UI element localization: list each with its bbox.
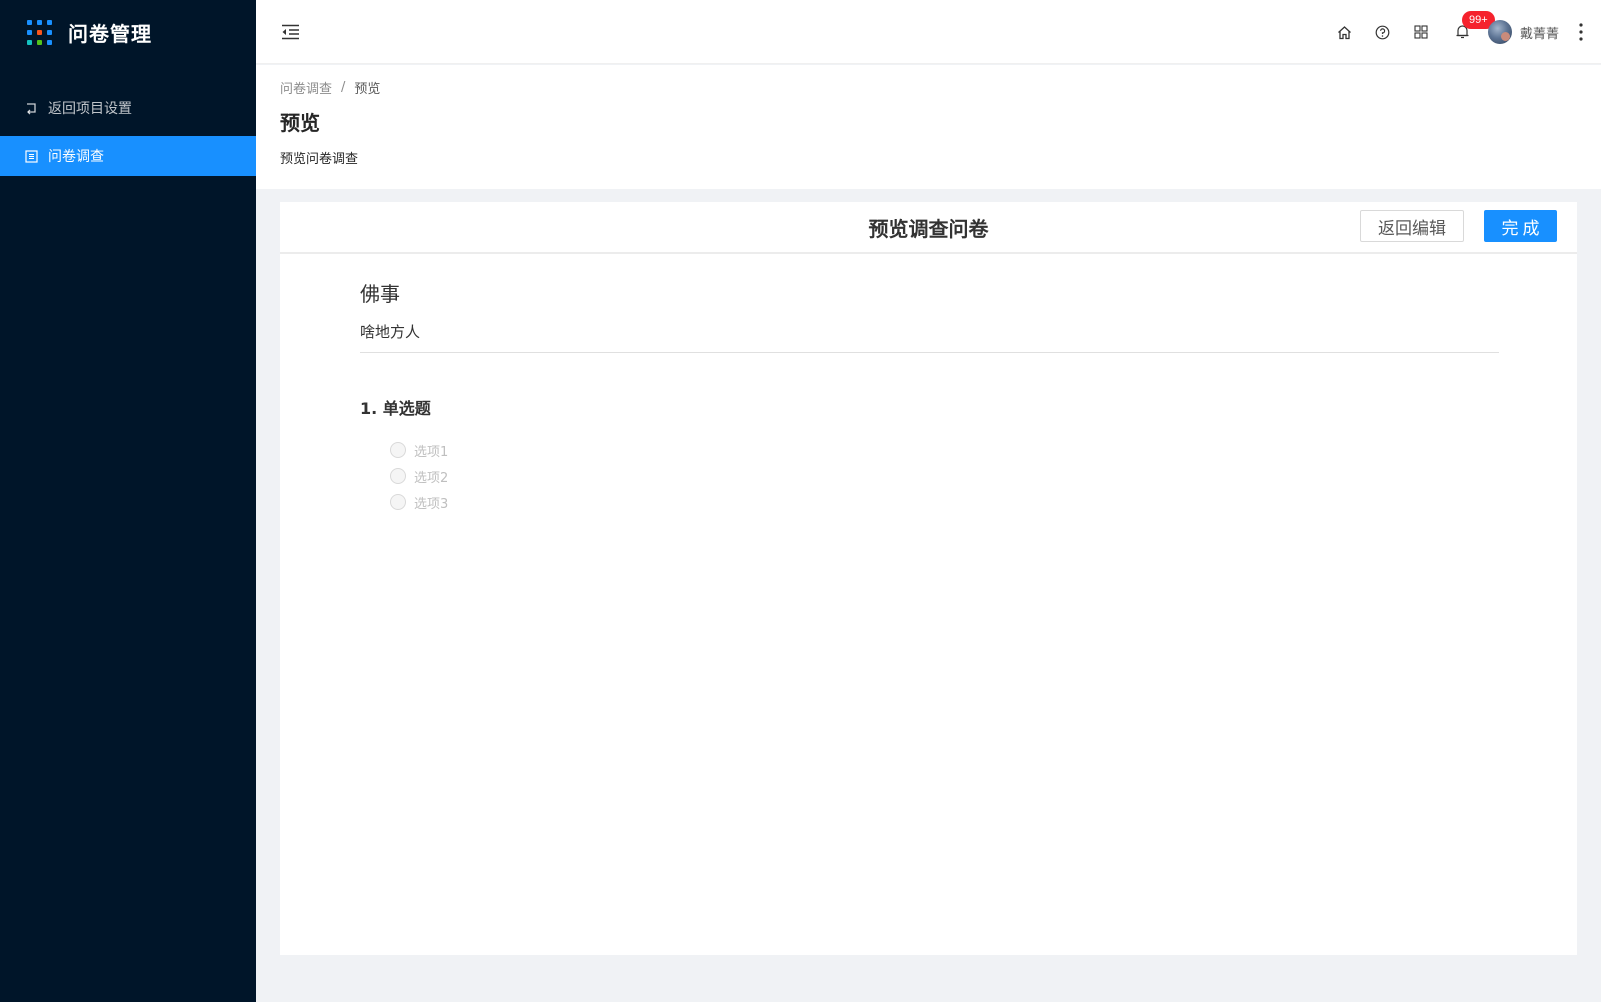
help-icon[interactable] <box>1364 0 1402 64</box>
sidebar-item-return-project-settings[interactable]: 返回项目设置 <box>0 88 256 128</box>
survey-description: 啥地方人 <box>360 321 1499 353</box>
page-header: 问卷调查 / 预览 预览 预览问卷调查 <box>256 65 1601 189</box>
radio-option[interactable]: 选项1 <box>390 437 1499 463</box>
radio-option[interactable]: 选项3 <box>390 489 1499 515</box>
list-icon <box>24 149 38 163</box>
avatar <box>1487 20 1512 44</box>
header-actions: 99+ 戴菁菁 <box>1326 0 1601 64</box>
sidebar: 问卷管理 返回项目设置 问卷调查 <box>0 0 256 1002</box>
apps-grid-icon <box>27 19 52 45</box>
user-menu[interactable]: 戴菁菁 <box>1487 20 1559 44</box>
question-title: 1. 单选题 <box>360 399 431 418</box>
username: 戴菁菁 <box>1519 26 1559 42</box>
radio-label: 选项1 <box>414 444 449 460</box>
apps-icon[interactable] <box>1402 0 1440 64</box>
page-description: 预览问卷调查 <box>280 152 359 167</box>
menu-fold-icon[interactable] <box>280 22 300 42</box>
radio-option[interactable]: 选项2 <box>390 463 1499 489</box>
radio-button[interactable] <box>390 468 406 484</box>
radio-label: 选项3 <box>414 496 449 512</box>
logo[interactable]: 问卷管理 <box>0 0 256 64</box>
card-header: 预览调查问卷 返回编辑 完成 <box>280 202 1577 254</box>
preview-card: 预览调查问卷 返回编辑 完成 佛事 啥地方人 1. 单选题 选项1 选项2 选项… <box>280 202 1577 955</box>
sidebar-item-label: 问卷调查 <box>48 149 104 165</box>
page-title: 预览 <box>280 111 320 135</box>
radio-button[interactable] <box>390 442 406 458</box>
sidebar-item-label: 返回项目设置 <box>48 101 132 117</box>
question-1: 1. 单选题 选项1 选项2 选项3 <box>360 395 1499 515</box>
more-vertical-icon[interactable] <box>1569 0 1593 64</box>
home-icon[interactable] <box>1326 0 1364 64</box>
radio-group: 选项1 选项2 选项3 <box>360 437 1499 515</box>
breadcrumb: 问卷调查 / 预览 <box>280 78 1601 97</box>
done-button[interactable]: 完成 <box>1484 210 1557 242</box>
breadcrumb-current: 预览 <box>354 82 381 97</box>
notification-bell[interactable]: 99+ <box>1444 0 1495 64</box>
sidebar-item-survey[interactable]: 问卷调查 <box>0 136 256 176</box>
back-to-edit-button[interactable]: 返回编辑 <box>1360 210 1464 242</box>
breadcrumb-separator: / <box>341 80 346 95</box>
radio-label: 选项2 <box>414 470 449 486</box>
radio-button[interactable] <box>390 494 406 510</box>
return-icon <box>24 101 38 115</box>
sidebar-menu: 返回项目设置 问卷调查 <box>0 88 256 176</box>
app-title: 问卷管理 <box>68 21 152 46</box>
card-title: 预览调查问卷 <box>868 216 989 241</box>
top-header: 99+ 戴菁菁 <box>256 0 1601 64</box>
breadcrumb-link-survey[interactable]: 问卷调查 <box>280 78 332 97</box>
survey-name: 佛事 <box>360 282 400 306</box>
survey-preview: 佛事 啥地方人 1. 单选题 选项1 选项2 选项3 <box>360 278 1499 515</box>
